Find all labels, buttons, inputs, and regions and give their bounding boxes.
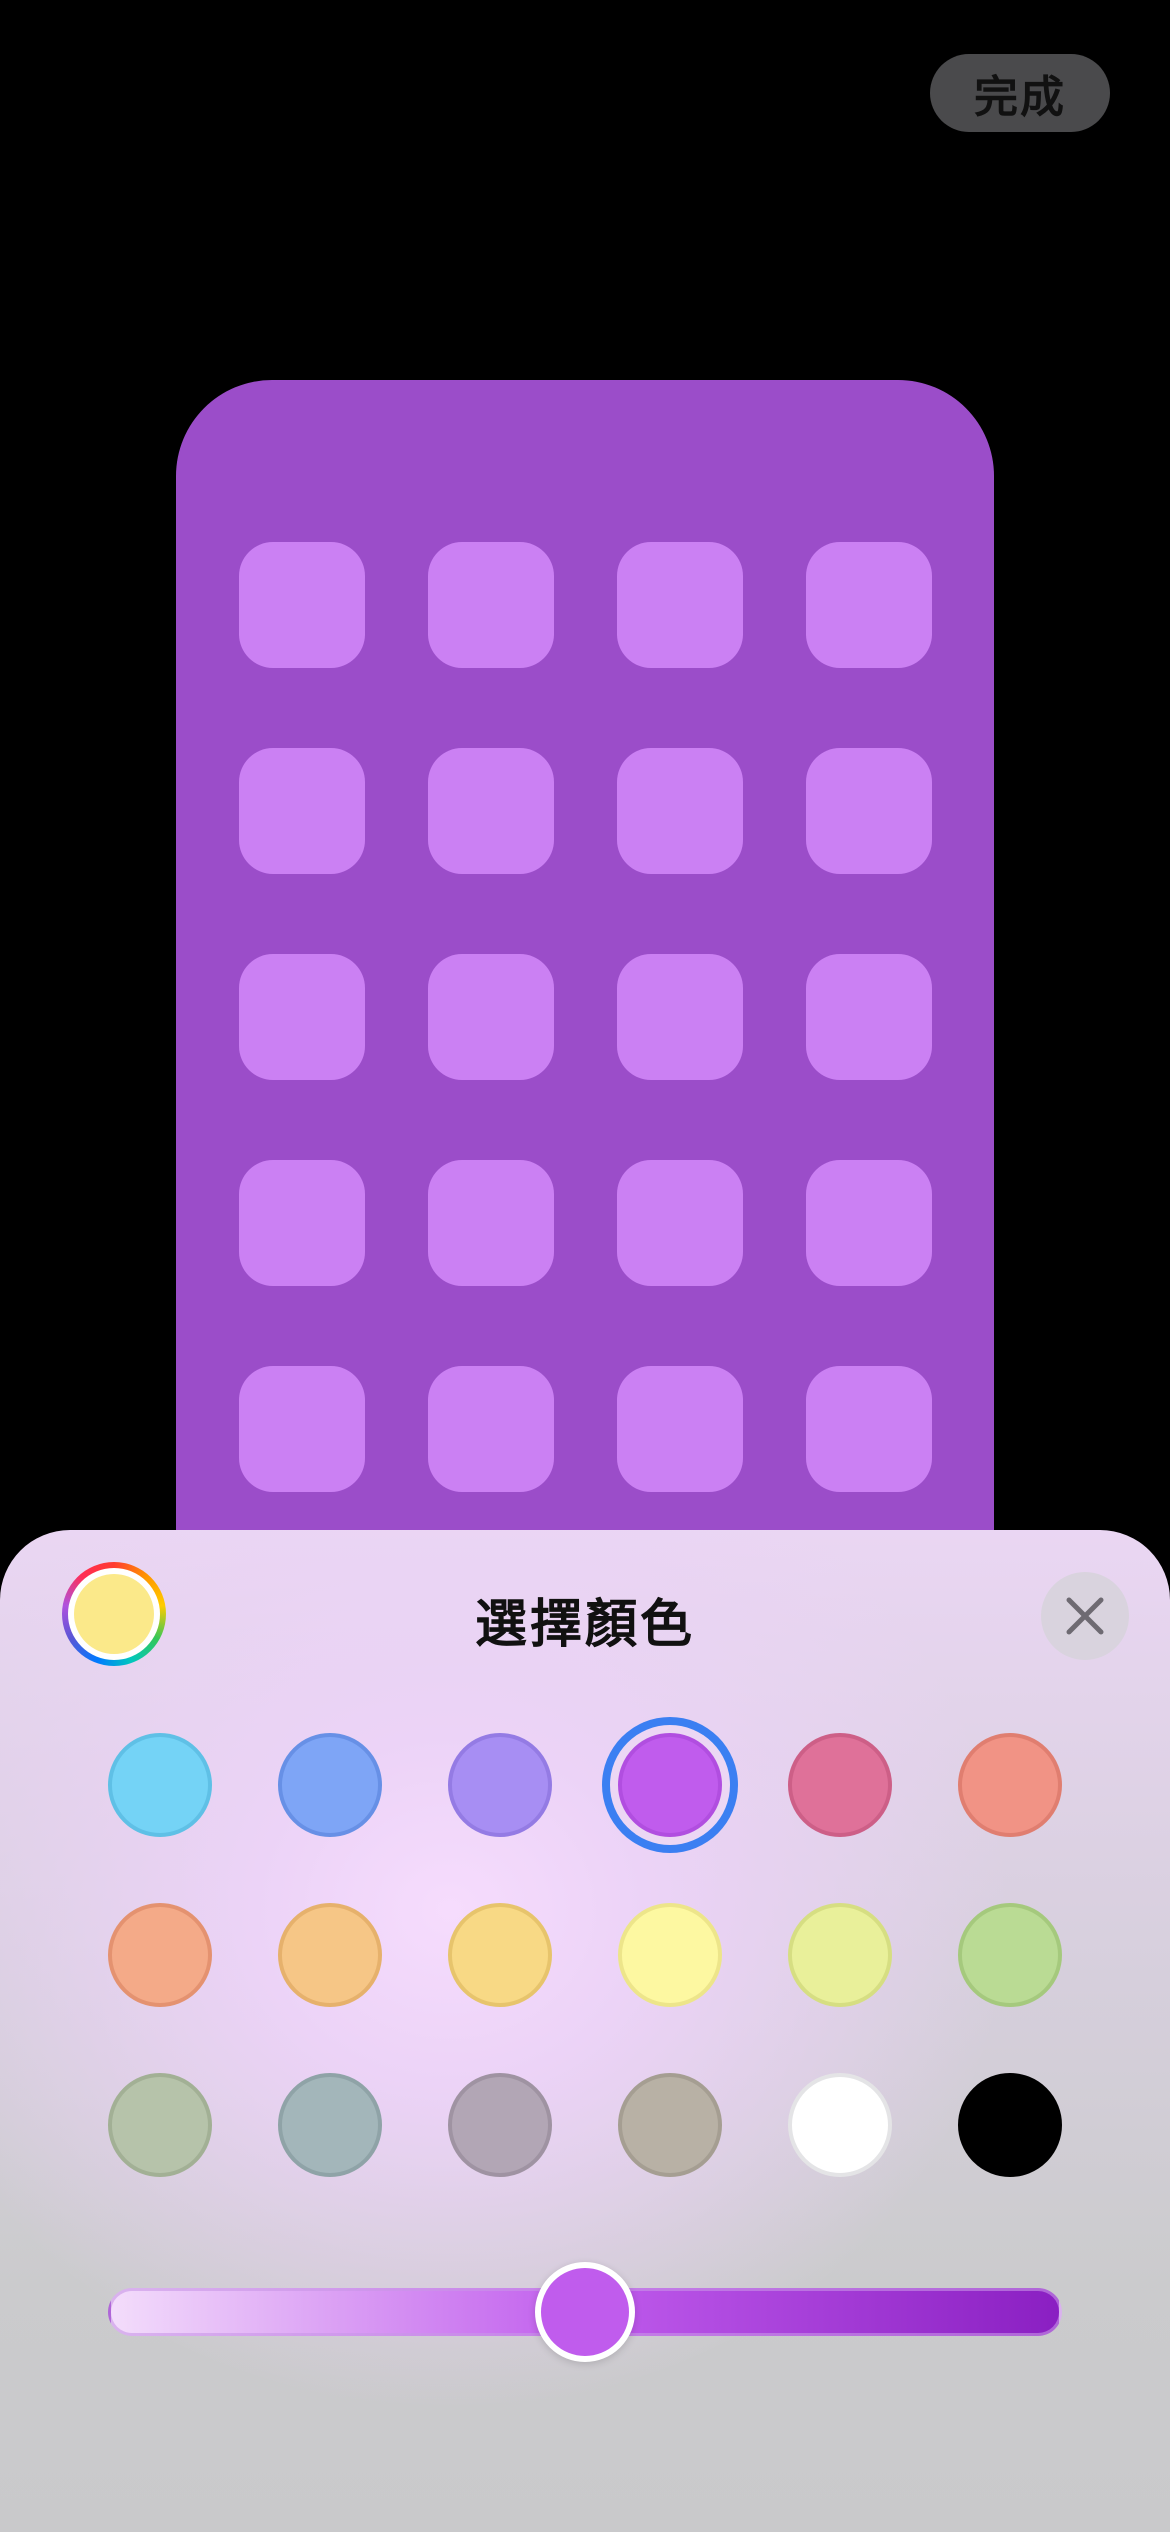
app-icon-placeholder bbox=[239, 1366, 365, 1492]
app-icon-placeholder bbox=[806, 954, 932, 1080]
color-swatch-circle bbox=[448, 2073, 552, 2177]
color-swatch-circle bbox=[448, 1903, 552, 2007]
color-swatch-white[interactable] bbox=[788, 2073, 892, 2177]
app-icon-placeholder bbox=[428, 748, 554, 874]
color-swatch-light-yellow[interactable] bbox=[618, 1903, 722, 2007]
app-icon-placeholder bbox=[617, 1160, 743, 1286]
done-button[interactable]: 完成 bbox=[930, 54, 1110, 132]
app-icon-placeholder bbox=[806, 1366, 932, 1492]
color-swatch-salmon[interactable] bbox=[958, 1733, 1062, 1837]
app-icon-placeholder bbox=[806, 542, 932, 668]
app-icon-placeholder bbox=[806, 748, 932, 874]
color-swatch-circle bbox=[958, 1733, 1062, 1837]
app-icon-placeholder bbox=[617, 1366, 743, 1492]
app-icon-placeholder bbox=[428, 1160, 554, 1286]
color-swatch-light-orange[interactable] bbox=[278, 1903, 382, 2007]
color-swatch-purple[interactable] bbox=[602, 1717, 738, 1853]
color-swatch-circle bbox=[108, 1733, 212, 1837]
color-swatch-lavender[interactable] bbox=[448, 1733, 552, 1837]
home-screen-preview bbox=[176, 380, 994, 1680]
color-swatch-circle bbox=[278, 1903, 382, 2007]
color-swatch-circle bbox=[618, 2073, 722, 2177]
app-icon-placeholder bbox=[806, 1160, 932, 1286]
close-button[interactable] bbox=[1041, 1572, 1129, 1660]
color-swatch-lime[interactable] bbox=[788, 1903, 892, 2007]
color-swatch-circle bbox=[108, 2073, 212, 2177]
color-swatch-orange[interactable] bbox=[108, 1903, 212, 2007]
color-swatch-light-blue[interactable] bbox=[108, 1733, 212, 1837]
app-icon-placeholder bbox=[617, 954, 743, 1080]
color-swatch-circle bbox=[788, 1733, 892, 1837]
color-swatch-green[interactable] bbox=[958, 1903, 1062, 2007]
color-swatch-circle bbox=[278, 1733, 382, 1837]
color-swatch-blue[interactable] bbox=[278, 1733, 382, 1837]
color-swatch-mauve-gray[interactable] bbox=[448, 2073, 552, 2177]
color-swatch-circle bbox=[618, 1903, 722, 2007]
color-swatch-pink[interactable] bbox=[788, 1733, 892, 1837]
color-swatch-slate[interactable] bbox=[278, 2073, 382, 2177]
color-swatch-circle bbox=[448, 1733, 552, 1837]
color-swatch-circle bbox=[788, 1903, 892, 2007]
app-icon-placeholder bbox=[239, 542, 365, 668]
close-icon bbox=[1066, 1597, 1104, 1635]
color-swatch-circle bbox=[958, 2073, 1062, 2177]
app-icon-placeholder bbox=[239, 748, 365, 874]
app-icon-placeholder bbox=[428, 542, 554, 668]
color-swatch-circle bbox=[958, 1903, 1062, 2007]
saturation-slider-thumb[interactable] bbox=[535, 2262, 635, 2362]
color-swatch-black[interactable] bbox=[958, 2073, 1062, 2177]
color-picker-screen: 完成 選擇顏色 bbox=[0, 0, 1170, 2532]
app-icon-placeholder bbox=[617, 748, 743, 874]
app-icon-placeholder bbox=[617, 542, 743, 668]
app-icon-placeholder bbox=[239, 1160, 365, 1286]
color-swatch-grid bbox=[108, 1717, 1062, 2177]
app-icon-grid bbox=[239, 542, 932, 1492]
sheet-title: 選擇顏色 bbox=[474, 1595, 695, 1655]
color-swatch-circle bbox=[788, 2073, 892, 2177]
app-icon-placeholder bbox=[428, 1366, 554, 1492]
color-selection-sheet: 選擇顏色 bbox=[0, 1530, 1170, 2532]
app-icon-placeholder bbox=[239, 954, 365, 1080]
color-swatch-circle bbox=[278, 2073, 382, 2177]
color-swatch-circle bbox=[108, 1903, 212, 2007]
color-swatch-sage[interactable] bbox=[108, 2073, 212, 2177]
color-swatch-yellow-orange[interactable] bbox=[448, 1903, 552, 2007]
app-icon-placeholder bbox=[428, 954, 554, 1080]
color-swatch-taupe[interactable] bbox=[618, 2073, 722, 2177]
color-swatch-circle bbox=[618, 1733, 722, 1837]
